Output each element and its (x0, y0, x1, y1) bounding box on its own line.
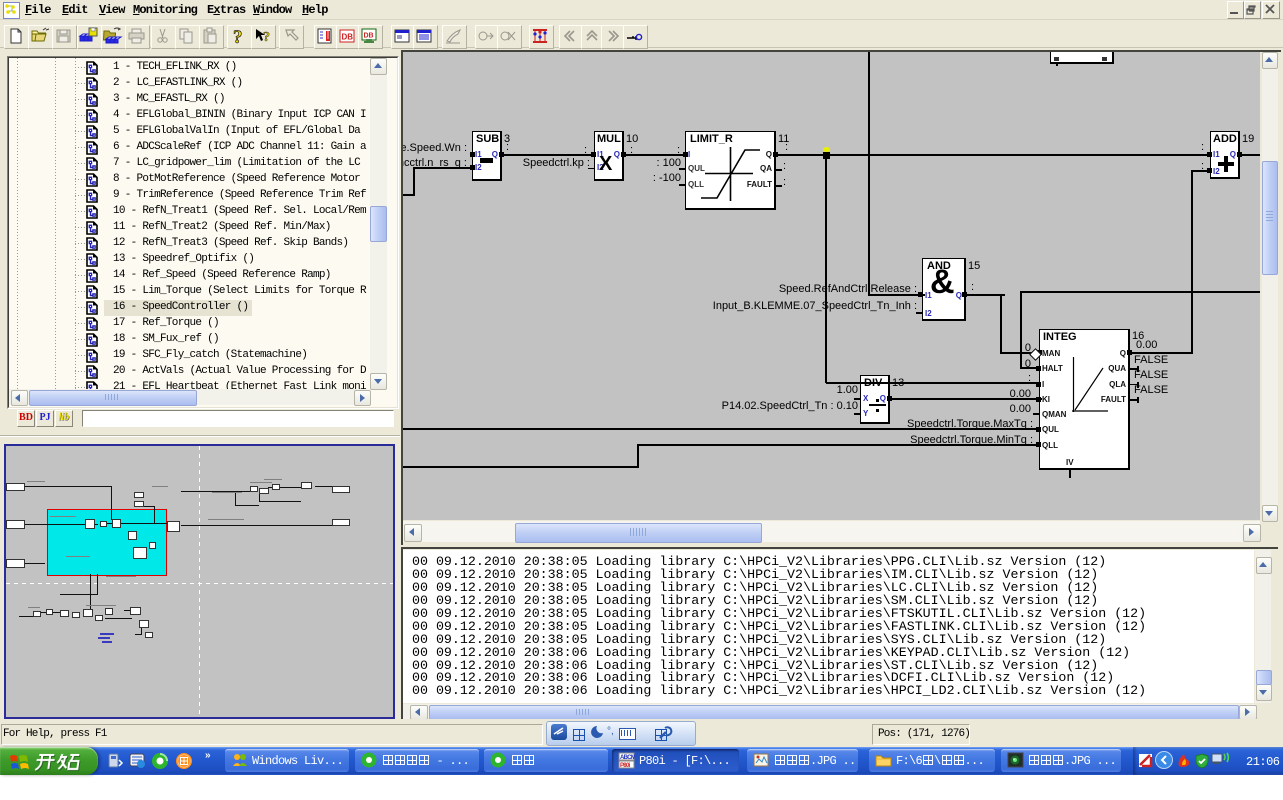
svg-text:?: ? (263, 30, 270, 45)
svg-text:P80i: P80i (620, 763, 631, 769)
svg-text:ABCM: ABCM (620, 755, 635, 761)
svg-text:DB: DB (342, 33, 354, 42)
svg-text:DB: DB (364, 33, 374, 40)
svg-text:?: ? (233, 27, 243, 46)
